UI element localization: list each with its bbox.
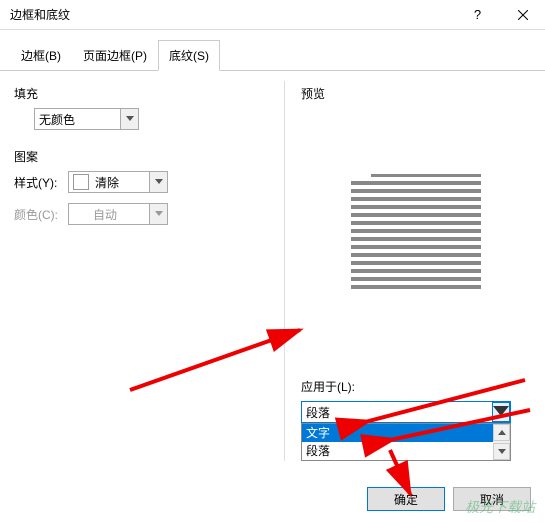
style-swatch bbox=[73, 174, 89, 190]
color-label: 颜色(C): bbox=[14, 206, 68, 223]
fill-dropdown[interactable]: 无颜色 bbox=[34, 108, 139, 130]
close-icon bbox=[518, 10, 528, 20]
tab-shading[interactable]: 底纹(S) bbox=[158, 40, 220, 71]
close-button[interactable] bbox=[500, 0, 545, 30]
tab-page-border[interactable]: 页面边框(P) bbox=[72, 40, 158, 71]
apply-label: 应用于(L): bbox=[301, 378, 531, 395]
apply-listbox[interactable]: 文字 段落 bbox=[301, 423, 511, 461]
style-dropdown[interactable]: 清除 bbox=[68, 171, 168, 193]
apply-selected: 段落 bbox=[306, 404, 330, 421]
pattern-label: 图案 bbox=[14, 148, 268, 165]
scroll-up-button[interactable] bbox=[493, 424, 510, 441]
ok-button[interactable]: 确定 bbox=[367, 487, 445, 511]
apply-option-para[interactable]: 段落 bbox=[302, 442, 510, 460]
right-panel: 预览 应用于(L): 段落 文字 段落 bbox=[284, 81, 531, 461]
paragraph-preview bbox=[351, 174, 481, 293]
chevron-down-icon bbox=[155, 211, 163, 217]
left-panel: 填充 无颜色 图案 样式(Y): 清除 颜色(C): 自动 bbox=[14, 81, 284, 461]
tab-strip: 边框(B) 页面边框(P) 底纹(S) bbox=[0, 30, 545, 71]
apply-dropdown-button[interactable] bbox=[492, 402, 510, 422]
fill-dropdown-button[interactable] bbox=[120, 109, 138, 129]
style-label: 样式(Y): bbox=[14, 174, 68, 191]
listbox-scrollbar[interactable] bbox=[493, 424, 510, 460]
title-bar: 边框和底纹 ? bbox=[0, 0, 545, 30]
help-icon: ? bbox=[474, 7, 481, 22]
scroll-down-button[interactable] bbox=[493, 443, 510, 460]
fill-value: 无颜色 bbox=[39, 111, 75, 128]
color-dropdown-button[interactable] bbox=[149, 204, 167, 224]
preview-label: 预览 bbox=[301, 85, 531, 102]
dialog-buttons: 确定 取消 bbox=[367, 487, 531, 511]
fill-label: 填充 bbox=[14, 85, 268, 102]
style-dropdown-button[interactable] bbox=[149, 172, 167, 192]
apply-option-text[interactable]: 文字 bbox=[302, 424, 510, 442]
style-row: 样式(Y): 清除 bbox=[14, 171, 268, 193]
preview-box bbox=[301, 108, 531, 358]
chevron-down-icon bbox=[155, 179, 163, 185]
apply-dropdown[interactable]: 段落 bbox=[301, 401, 511, 423]
color-dropdown[interactable]: 自动 bbox=[68, 203, 168, 225]
chevron-down-icon bbox=[126, 116, 134, 122]
chevron-down-icon bbox=[498, 449, 506, 455]
content-area: 填充 无颜色 图案 样式(Y): 清除 颜色(C): 自动 bbox=[0, 71, 545, 471]
help-button[interactable]: ? bbox=[455, 0, 500, 30]
chevron-up-icon bbox=[498, 430, 506, 436]
chevron-down-icon bbox=[493, 406, 509, 418]
window-title: 边框和底纹 bbox=[10, 6, 70, 23]
style-value: 清除 bbox=[95, 174, 119, 191]
color-value: 自动 bbox=[73, 206, 117, 223]
color-row: 颜色(C): 自动 bbox=[14, 203, 268, 225]
apply-section: 应用于(L): 段落 文字 段落 bbox=[301, 374, 531, 461]
cancel-button[interactable]: 取消 bbox=[453, 487, 531, 511]
tab-border[interactable]: 边框(B) bbox=[10, 40, 72, 71]
